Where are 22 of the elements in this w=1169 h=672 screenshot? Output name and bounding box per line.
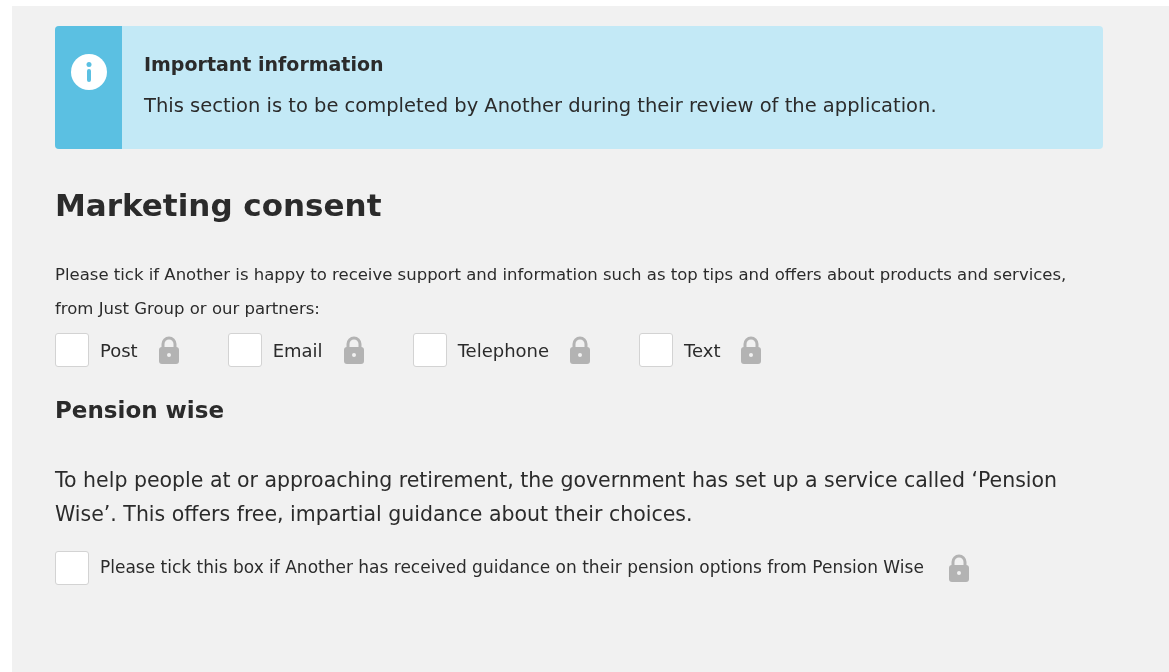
- lock-icon: [157, 336, 180, 365]
- alert-title: Important information: [144, 52, 385, 77]
- section-heading: Pension wise: [55, 397, 225, 425]
- checkbox-label: Post: [100, 338, 138, 363]
- intro-text: Please tick if Another is happy to receive support and information such as top tips and offers about products and services, from Just Group or our partners:: [55, 264, 1068, 321]
- lock-icon: [569, 336, 592, 365]
- body-text: To help people at or approaching retirement, the government has set up a service called ‘Pension Wise’. This offers free, impartial guidance about their choices.: [55, 466, 1059, 528]
- checkbox-label: Text: [684, 338, 721, 363]
- checkbox-label: Email: [272, 338, 323, 363]
- checkbox[interactable]: [412, 333, 447, 368]
- lock-icon: [947, 553, 970, 582]
- checkbox[interactable]: [639, 333, 674, 368]
- lock-icon: [740, 336, 763, 365]
- section-heading: Marketing consent: [55, 187, 383, 225]
- alert-text: This section is to be completed by Another during their review of the application.: [144, 92, 937, 119]
- checkbox-label: Telephone: [457, 338, 550, 363]
- checkbox[interactable]: [55, 550, 89, 585]
- checkbox[interactable]: [227, 333, 262, 368]
- info-icon: [70, 54, 107, 90]
- checkbox-label: Please tick this box if Another has received guidance on their pension options from Pension Wise: [100, 556, 924, 580]
- checkbox[interactable]: [55, 333, 89, 368]
- lock-icon: [342, 336, 365, 365]
